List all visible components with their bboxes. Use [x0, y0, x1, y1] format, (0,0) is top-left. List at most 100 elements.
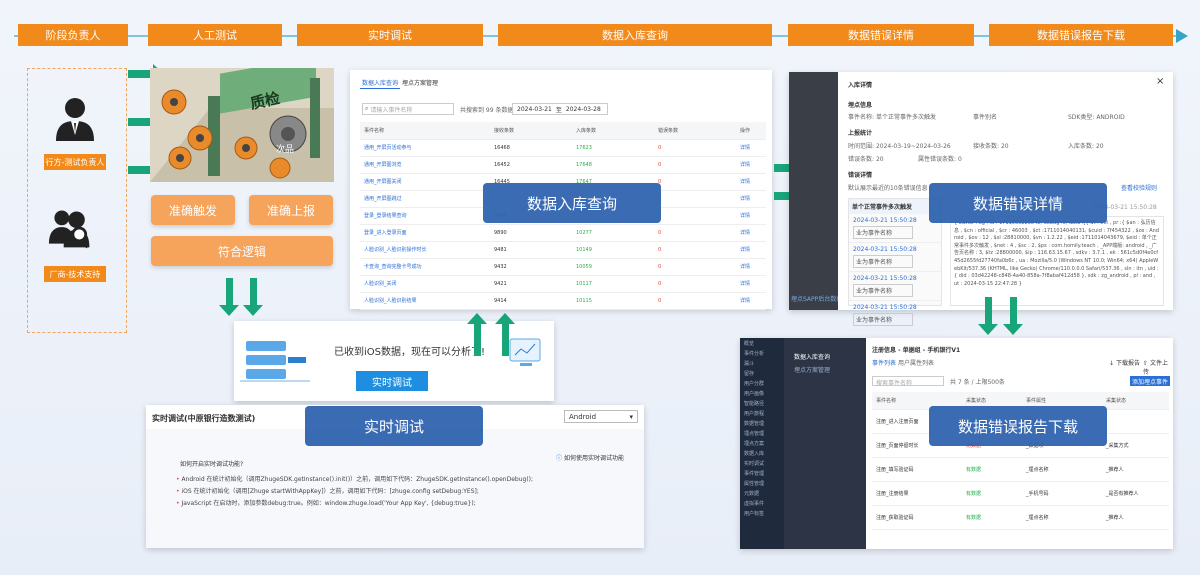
tab-plan-manage[interactable]: 埋点方案管理 [402, 78, 438, 87]
detail-link[interactable]: 详情 [736, 173, 766, 191]
trigger-correct-button[interactable]: 准确触发 [151, 195, 235, 225]
rcell-attr: _埋点名称 [1022, 457, 1102, 482]
add-event-button[interactable]: 添加埋点事件 [1130, 376, 1170, 386]
report-sidebar-item[interactable]: 虚拟事件 [740, 498, 784, 508]
error-list-item[interactable]: 2024-03-21 15:50:28 业为事件名称 [849, 214, 941, 243]
report-search-input[interactable]: 搜索事件名称 [872, 376, 944, 387]
error-list-item[interactable]: 2024-03-21 15:50:28 业为事件名称 [849, 301, 941, 330]
report-sidebar-item[interactable]: 用户画像 [740, 388, 784, 398]
report-subnav-1[interactable]: 数据入库查询 [784, 338, 866, 363]
cell-event[interactable]: 登录_登录结果查询 [360, 207, 490, 225]
error-hint: 默认展示最近的10条错误信息 [848, 185, 928, 192]
report-sidebar-item[interactable]: 实时调试 [740, 458, 784, 468]
download-report-label: 下载报告 [1115, 360, 1140, 367]
detail-title: 入库详情 [848, 82, 873, 89]
cell-event[interactable]: 通用_开屏页活动参与 [360, 139, 490, 157]
stage-data-query: 数据入库查询 [498, 24, 772, 46]
report-sidebar-item[interactable]: 用户分群 [740, 378, 784, 388]
report-title: 注册信息 - 单据组 - 手机银行V1 [872, 347, 961, 354]
report-tab-events[interactable]: 事件列表 [872, 358, 896, 367]
detail-link[interactable]: 详情 [736, 156, 766, 174]
debug-line-text: JavaScript 在启动时，添加参数debug:true。例如：window… [181, 500, 476, 507]
rcell-status: 有数据 [962, 457, 1022, 482]
report-sidebar-item[interactable]: 智能路径 [740, 398, 784, 408]
detail-link[interactable]: 详情 [736, 224, 766, 242]
error-item-time: 2024-03-21 15:50:28 [853, 217, 917, 224]
stage-owner: 阶段负责人 [18, 24, 128, 46]
error-list-item[interactable]: 2024-03-21 15:50:28 业为事件名称 [849, 243, 941, 272]
report-subnav-2[interactable]: 埋点方案管理 [784, 363, 866, 376]
rcell-status2 [1102, 409, 1169, 434]
error-list-item[interactable]: 2024-03-21 15:50:28 业为事件名称 [849, 272, 941, 301]
report-sidebar-item[interactable]: 用户旅程 [740, 408, 784, 418]
report-sidebar-item[interactable]: 数据管理 [740, 418, 784, 428]
error-list-title: 单个正常事件多次触发 [849, 199, 941, 214]
cell-event[interactable]: 通用_开屏图关闭 [360, 173, 490, 191]
cell-event[interactable]: 人脸识别_关闭 [360, 275, 490, 293]
cell-event[interactable]: 通用_开屏图跳过 [360, 190, 490, 208]
download-report-button[interactable]: ↓ 下载报告 [1109, 358, 1140, 367]
report-row: 注册_注册结果 有数据 _手机号码 _是否有推荐人 [872, 481, 1169, 506]
table-row: 人脸识别_人脸识别结果 9414 10115 0 详情 [360, 292, 766, 310]
help-link[interactable]: ⓘ 如何使用实时调试功能 [556, 453, 624, 462]
rcell-event[interactable]: 注册_注册结果 [872, 481, 962, 506]
detail-link[interactable]: 详情 [736, 275, 766, 293]
cell-event[interactable]: 登录_进入登录页面 [360, 224, 490, 242]
quality-check-illustration: 质检 次品 [150, 68, 334, 182]
cell-event[interactable]: 人脸识别_人脸识别操作时长 [360, 241, 490, 259]
upload-file-button[interactable]: ⇧ 文件上传 [1143, 358, 1173, 376]
rcell-event[interactable]: 注册_填写验证码 [872, 457, 962, 482]
cell-received: 9421 [490, 275, 572, 293]
report-sidebar-item[interactable]: 数据入库 [740, 448, 784, 458]
rcell-event[interactable]: 注册_获取验证码 [872, 505, 962, 530]
cell-event[interactable]: 人脸识别_人脸识别结果 [360, 292, 490, 310]
report-sidebar-item[interactable]: 留存 [740, 368, 784, 378]
report-sidebar-item[interactable]: 漏斗 [740, 358, 784, 368]
tab-data-query[interactable]: 数据入库查询 [362, 78, 398, 87]
report-sidebar-item[interactable]: 属性管理 [740, 478, 784, 488]
support-team-icon [48, 210, 90, 249]
report-correct-button[interactable]: 准确上报 [249, 195, 333, 225]
error-list: 单个正常事件多次触发 2024-03-21 15:50:28 业为事件名称 2024… [848, 198, 942, 330]
arrow-down-3 [978, 297, 998, 335]
search-icon: ⌕ [365, 105, 369, 112]
rcell-status: 有数据 [962, 481, 1022, 506]
detail-link[interactable]: 详情 [736, 207, 766, 225]
query-summary: 共搜索到 99 条数据 [460, 107, 514, 114]
report-sidebar-item[interactable]: 概览 [740, 338, 784, 348]
error-item-tag: 业为事件名称 [853, 313, 913, 326]
logic-correct-button[interactable]: 符合逻辑 [151, 236, 333, 266]
platform-select[interactable]: Android ▾ [564, 410, 638, 423]
cell-event[interactable]: 通用_开屏图浏览 [360, 156, 490, 174]
report-row: 注册_获取验证码 有数据 _埋点名称 _推荐人 [872, 505, 1169, 530]
report-sidebar-item[interactable]: 事件分析 [740, 348, 784, 358]
date-range-picker[interactable]: 2024-03-21 至 2024-03-28 [512, 103, 608, 115]
view-rules-link[interactable]: 查看校验规则 [1121, 183, 1157, 192]
close-icon[interactable]: × [1156, 76, 1164, 87]
cell-stored: 10149 [572, 241, 654, 259]
detail-link[interactable]: 详情 [736, 139, 766, 157]
event-value: 单个正常事件多次触发 [875, 114, 936, 121]
realtime-debug-button[interactable]: 实时调试 [356, 371, 428, 391]
report-sidebar-item[interactable]: 元数据 [740, 488, 784, 498]
report-sidebar-item[interactable]: 用户标签 [740, 508, 784, 518]
report-row: 注册_填写验证码 有数据 _埋点名称 _推荐人 [872, 457, 1169, 482]
report-sidebar-item[interactable]: 埋点管理 [740, 428, 784, 438]
debug-instructions: • Android 在统计初始化（调用ZhugeSDK.getInstance(… [176, 471, 556, 510]
sdk-value: ANDROID [1096, 114, 1125, 121]
detail-link[interactable]: 详情 [736, 258, 766, 276]
report-sidebar-item[interactable]: 埋点方案 [740, 438, 784, 448]
tab-underline [360, 88, 400, 89]
recv-value: 20 [1000, 143, 1009, 150]
detail-link[interactable]: 详情 [736, 241, 766, 259]
event-label: 事件名称: [848, 114, 875, 121]
report-sidebar-item[interactable]: 事件管理 [740, 468, 784, 478]
col-event-name: 事件名称 [360, 122, 490, 140]
detail-link[interactable]: 详情 [736, 292, 766, 310]
cell-received: 16452 [490, 156, 572, 174]
cell-event[interactable]: 卡查询_查询完整卡号成功 [360, 258, 490, 276]
report-sidebar: 概览 事件分析 漏斗 留存 用户分群 用户画像 智能路径 用户旅程 数据管理 埋点管理 埋点方案 数据… [740, 338, 784, 549]
report-tab-attrs[interactable]: 用户属性列表 [898, 358, 934, 367]
detail-link[interactable]: 详情 [736, 190, 766, 208]
query-search-input[interactable]: ⌕ 请输入事件名称 [362, 103, 454, 115]
